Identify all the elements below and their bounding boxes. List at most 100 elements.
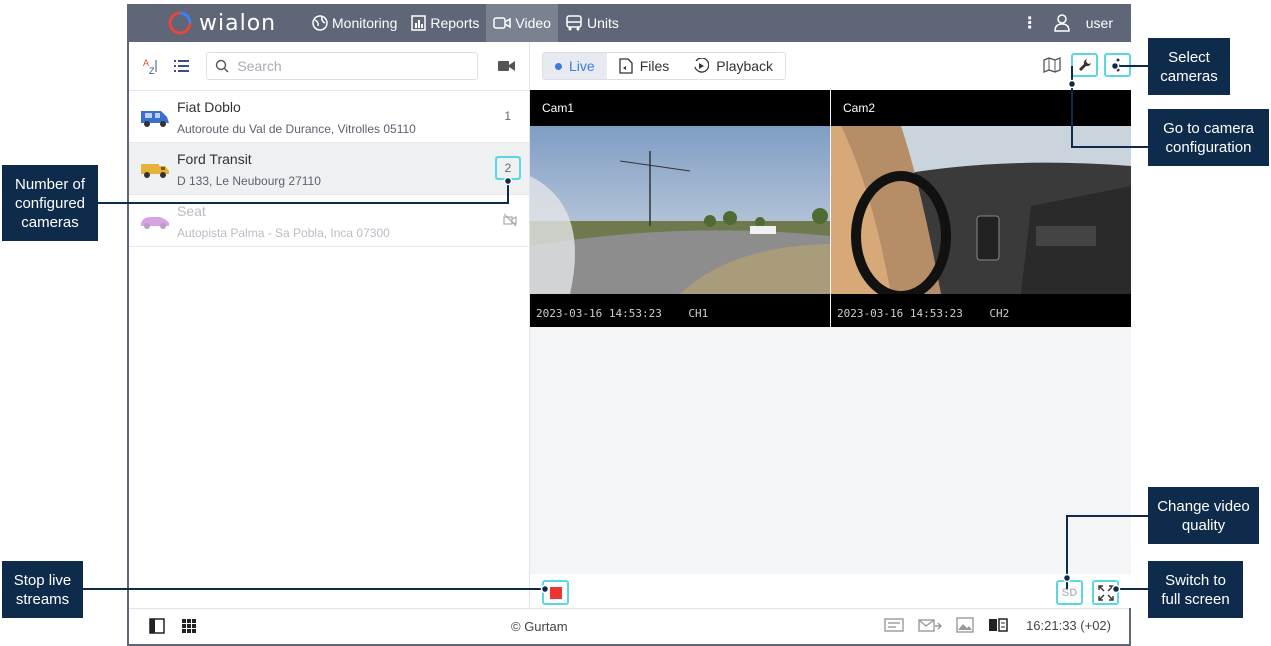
wrench-icon [1078,59,1091,71]
messages-icon[interactable] [918,617,943,633]
callout-select-cameras: Select cameras [1148,38,1230,95]
tab-files-label: Files [639,58,670,74]
units-panel: AZ Fiat Doblo Autoroute du Val de Duranc… [129,42,530,608]
split-view-icon[interactable] [988,618,1008,632]
camera-settings-button[interactable] [1071,53,1098,77]
unit-name: Seat [177,203,206,219]
clock: 16:21:33 (+02) [1026,617,1111,633]
unit-address: Autoroute du Val de Durance, Vitrolles 0… [177,122,416,136]
report-icon [411,15,427,31]
truck-icon [141,164,169,178]
nav-units[interactable]: Units [558,4,626,42]
nav-reports-label: Reports [430,15,480,31]
wialon-logo[interactable]: wialon [167,10,277,36]
tab-live-label: Live [569,58,595,74]
unit-name: Fiat Doblo [177,99,241,115]
camera-timestamp-text: 2023-03-16 14:53:23 [536,307,662,320]
image-icon[interactable] [956,617,974,633]
callout-video-quality: Change video quality [1148,487,1259,544]
car-icon [141,217,169,229]
top-navigation-bar: wialon Monitoring Reports Video Units ⋮ [129,4,1129,42]
nav-units-label: Units [586,15,619,31]
video-controls: SD [530,574,1131,608]
user-name[interactable]: user [1086,15,1113,31]
more-menu-icon[interactable]: ⋮ [1022,13,1038,33]
callout-camera-config: Go to camera configuration [1148,109,1269,166]
bus-icon [566,15,582,31]
camera-grid: Cam1 2023-03-16 14:53:23 CH1 Cam2 2023-0… [530,90,1131,327]
logo-text: wialon [199,10,277,36]
camera-video-road [530,126,830,294]
sort-az-icon[interactable]: AZ [141,53,162,79]
unit-name: Ford Transit [177,151,252,167]
unit-row[interactable]: Fiat Doblo Autoroute du Val de Durance, … [129,91,529,143]
notifications-icon[interactable] [884,617,904,633]
video-panel: Live Files Playback Cam1 2023-03-16 14:5… [530,42,1131,608]
footer: © Gurtam 16:21:33 (+02) [129,608,1129,644]
globe-icon [312,15,328,31]
camera-channel: CH1 [688,307,709,320]
stop-icon [549,586,562,599]
unit-row[interactable]: Ford Transit D 133, Le Neubourg 27110 2 [129,143,529,195]
main-nav: Monitoring Reports Video Units [305,4,626,42]
user-icon[interactable] [1054,14,1070,32]
tab-playback-label: Playback [716,58,774,74]
file-icon [619,58,633,74]
callout-number-of-cameras: Number of configured cameras [2,165,98,241]
copyright: © Gurtam [511,619,568,634]
kebab-icon [1116,58,1119,72]
video-mode-tabs: Live Files Playback [542,52,787,80]
wialon-logo-icon [168,11,192,35]
playback-icon [694,58,710,73]
camera-view[interactable]: Cam1 2023-03-16 14:53:23 CH1 [530,90,830,327]
nav-monitoring[interactable]: Monitoring [305,4,404,42]
callout-stop-streams: Stop live streams [2,561,83,618]
units-toolbar: AZ [129,42,529,91]
grid-icon[interactable] [181,618,197,634]
nav-video[interactable]: Video [486,4,558,42]
video-camera-icon [493,17,512,29]
no-camera-icon [503,213,517,227]
layout-toggles [149,618,197,634]
topbar-right: ⋮ user [1022,4,1113,42]
camera-filter-icon[interactable] [496,53,517,79]
fullscreen-button[interactable] [1092,580,1119,605]
unit-address: Autopista Palma - Sa Pobla, Inca 07300 [177,226,390,240]
van-icon [141,111,169,127]
camera-timestamp: 2023-03-16 14:53:23 CH2 [837,307,1009,320]
callout-full-screen: Switch to full screen [1148,561,1243,618]
camera-view[interactable]: Cam2 2023-03-16 14:53:23 CH2 [831,90,1131,327]
camera-timestamp: 2023-03-16 14:53:23 CH1 [536,307,708,320]
search-box[interactable] [206,52,479,80]
camera-timestamp-text: 2023-03-16 14:53:23 [837,307,963,320]
search-icon [216,59,229,73]
footer-right: 16:21:33 (+02) [884,617,1111,633]
panel-layout-icon[interactable] [149,618,165,634]
camera-video-cabin [831,126,1131,294]
list-icon[interactable] [172,53,193,79]
map-icon[interactable] [1039,53,1065,77]
nav-reports[interactable]: Reports [404,4,486,42]
camera-count: 2 [495,156,521,180]
stop-streams-button[interactable] [542,580,569,605]
tab-files[interactable]: Files [607,53,682,79]
video-toolbar: Live Files Playback [530,42,1131,90]
select-cameras-button[interactable] [1104,53,1131,77]
video-toolbar-actions [1039,53,1131,77]
camera-label: Cam2 [843,101,876,115]
svg-text:Z: Z [149,66,155,75]
camera-channel: CH2 [989,307,1010,320]
live-dot-icon [555,62,562,70]
unit-row[interactable]: Seat Autopista Palma - Sa Pobla, Inca 07… [129,195,529,247]
tab-playback[interactable]: Playback [681,53,785,79]
unit-address: D 133, Le Neubourg 27110 [177,174,321,188]
wialon-app: wialon Monitoring Reports Video Units ⋮ [127,4,1131,646]
fullscreen-icon [1097,584,1114,601]
video-quality-button[interactable]: SD [1056,580,1083,605]
search-input[interactable] [237,58,478,74]
nav-monitoring-label: Monitoring [332,15,398,31]
nav-video-label: Video [515,15,551,31]
camera-count: 1 [504,109,511,123]
camera-label: Cam1 [542,101,575,115]
tab-live[interactable]: Live [543,53,607,79]
